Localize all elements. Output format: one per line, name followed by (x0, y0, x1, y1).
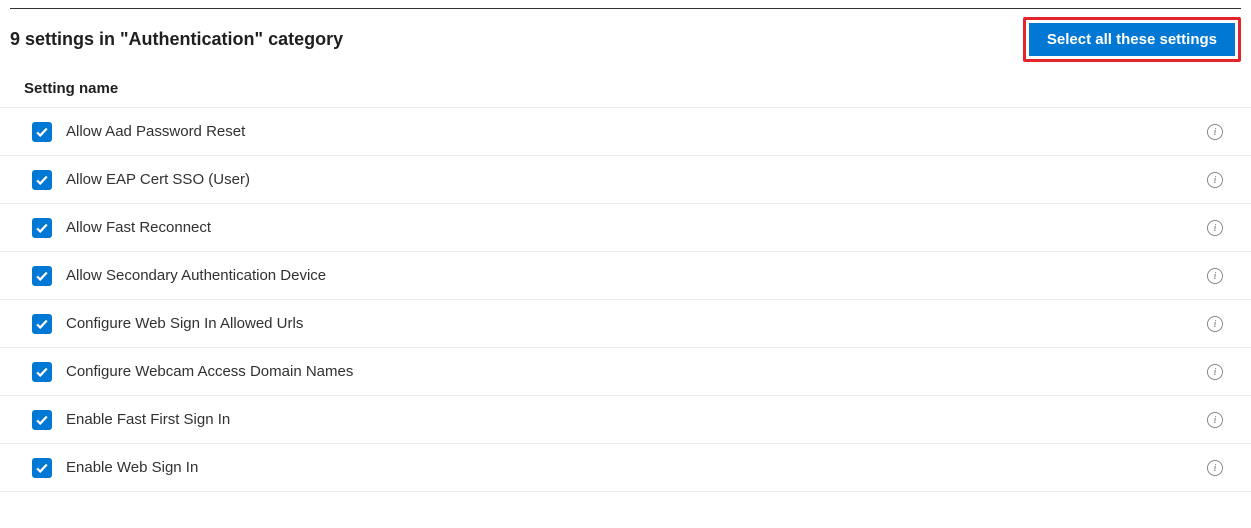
header-row: 9 settings in "Authentication" category … (0, 9, 1251, 72)
check-icon (35, 173, 49, 187)
column-header-setting-name: Setting name (0, 72, 1251, 107)
setting-row[interactable]: Configure Webcam Access Domain Names i (0, 348, 1251, 396)
setting-label: Configure Webcam Access Domain Names (66, 363, 1207, 380)
category-heading: 9 settings in "Authentication" category (10, 29, 343, 50)
setting-checkbox[interactable] (32, 458, 52, 478)
setting-label: Enable Web Sign In (66, 459, 1207, 476)
check-icon (35, 125, 49, 139)
check-icon (35, 365, 49, 379)
info-icon[interactable]: i (1207, 172, 1223, 188)
setting-label: Enable Fast First Sign In (66, 411, 1207, 428)
setting-checkbox[interactable] (32, 314, 52, 334)
check-icon (35, 317, 49, 331)
setting-row[interactable]: Allow EAP Cert SSO (User) i (0, 156, 1251, 204)
info-icon[interactable]: i (1207, 412, 1223, 428)
setting-checkbox[interactable] (32, 122, 52, 142)
setting-checkbox[interactable] (32, 218, 52, 238)
setting-label: Allow EAP Cert SSO (User) (66, 171, 1207, 188)
setting-label: Configure Web Sign In Allowed Urls (66, 315, 1207, 332)
setting-row[interactable]: Allow Aad Password Reset i (0, 108, 1251, 156)
setting-checkbox[interactable] (32, 410, 52, 430)
info-icon[interactable]: i (1207, 316, 1223, 332)
setting-label: Allow Fast Reconnect (66, 219, 1207, 236)
info-icon[interactable]: i (1207, 220, 1223, 236)
check-icon (35, 269, 49, 283)
setting-checkbox[interactable] (32, 266, 52, 286)
select-all-highlight: Select all these settings (1023, 17, 1241, 62)
settings-scroll-area[interactable]: Allow Aad Password Reset i Allow EAP Cer… (0, 108, 1251, 512)
setting-row[interactable]: Configure Web Sign In Allowed Urls i (0, 300, 1251, 348)
info-icon[interactable]: i (1207, 460, 1223, 476)
check-icon (35, 221, 49, 235)
setting-row[interactable]: Enable Fast First Sign In i (0, 396, 1251, 444)
setting-label: Allow Secondary Authentication Device (66, 267, 1207, 284)
check-icon (35, 413, 49, 427)
setting-checkbox[interactable] (32, 362, 52, 382)
info-icon[interactable]: i (1207, 268, 1223, 284)
setting-label: Allow Aad Password Reset (66, 123, 1207, 140)
setting-checkbox[interactable] (32, 170, 52, 190)
info-icon[interactable]: i (1207, 124, 1223, 140)
scroll-spacer (0, 492, 1251, 512)
info-icon[interactable]: i (1207, 364, 1223, 380)
check-icon (35, 461, 49, 475)
settings-list-container: Allow Aad Password Reset i Allow EAP Cer… (0, 107, 1251, 512)
setting-row[interactable]: Allow Fast Reconnect i (0, 204, 1251, 252)
setting-row[interactable]: Enable Web Sign In i (0, 444, 1251, 492)
setting-row[interactable]: Allow Secondary Authentication Device i (0, 252, 1251, 300)
select-all-button[interactable]: Select all these settings (1029, 23, 1235, 56)
